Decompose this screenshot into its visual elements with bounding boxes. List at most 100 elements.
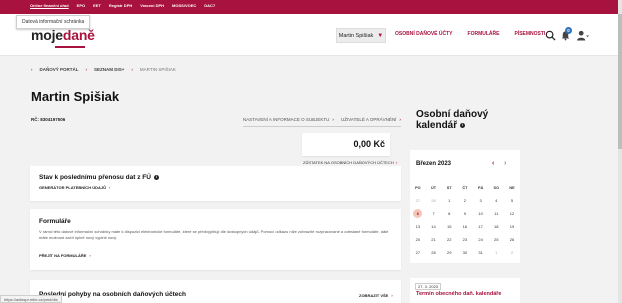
user-icon[interactable]	[576, 30, 590, 41]
forms-card-text: V rámci této datové informační schránky …	[39, 229, 389, 240]
calendar-day[interactable]: 25	[488, 237, 504, 242]
calendar-day[interactable]: 29	[441, 250, 457, 255]
balance-link[interactable]: ZŮSTATEK NA OSOBNÍCH DAŇOVÝCH ÚČTECH ›	[303, 160, 397, 165]
calendar-day[interactable]: 9	[457, 211, 473, 216]
event-date: 27. 3. 2023	[415, 283, 442, 290]
calendar-day[interactable]: 8	[441, 211, 457, 216]
calendar-day[interactable]: 27	[410, 250, 426, 255]
top-link[interactable]: DAC7	[204, 3, 215, 8]
calendar-day[interactable]: 7	[426, 211, 442, 216]
forms-link[interactable]: PŘEJÍT NA FORMULÁŘE ›	[39, 253, 91, 258]
birth-number: RČ: 8304197506	[31, 117, 66, 122]
info-icon[interactable]: i	[460, 122, 466, 128]
forms-card: Formuláře V rámci této datové informační…	[30, 209, 401, 270]
breadcrumb-item-list[interactable]: SEZNAM DIS+	[94, 67, 124, 72]
transfer-card: Stav k poslednímu přenosu dat z FÚ i GENE…	[30, 166, 401, 201]
calendar-day[interactable]: 23	[457, 237, 473, 242]
calendar-prev-button[interactable]: ‹	[492, 160, 494, 167]
logo[interactable]: mojedaně	[31, 27, 95, 43]
show-all-link[interactable]: ZOBRAZIT VŠE ›	[359, 293, 393, 298]
calendar-day[interactable]: 6	[410, 209, 426, 218]
settings-link[interactable]: NASTAVENÍ A INFORMACE O SUBJEKTU ›	[243, 117, 334, 122]
top-brand-bar: Online finanční úřad EPO EET Registr DPH Vra…	[0, 0, 622, 14]
users-link-label: UŽIVATELÉ A OPRÁVNĚNÍ	[341, 117, 397, 122]
balance-amount: 0,00 Kč	[353, 139, 385, 149]
calendar-grid: PO ÚT ST ČT PÁ SO NE 27 28 1 2 3 4 5 6 7 8 9 10 11 12 13 14 15 1…	[410, 181, 520, 259]
calendar-day[interactable]: 10	[473, 211, 489, 216]
calendar-weekday: ST	[446, 185, 452, 190]
calendar-day[interactable]: 15	[441, 224, 457, 229]
logo-underline	[55, 46, 85, 48]
calendar-day[interactable]: 2	[504, 250, 520, 255]
calendar-day[interactable]: 13	[410, 224, 426, 229]
payment-generator-link[interactable]: GENERÁTOR PLATEBNÍCH ÚDAJŮ ›	[39, 185, 110, 190]
breadcrumb-item-portal[interactable]: DAŇOVÝ PORTÁL	[40, 67, 79, 72]
divider	[243, 126, 401, 127]
top-link[interactable]: EPO	[77, 3, 85, 8]
show-all-label: ZOBRAZIT VŠE	[359, 293, 389, 298]
calendar-weekday: ÚT	[431, 185, 437, 190]
users-link[interactable]: UŽIVATELÉ A OPRÁVNĚNÍ ›	[341, 117, 401, 122]
calendar-day[interactable]: 31	[473, 250, 489, 255]
nav-item[interactable]: PÍSEMNOSTI	[514, 31, 545, 37]
calendar-title-text: Osobní daňový kalendář	[416, 109, 489, 131]
calendar-day[interactable]: 11	[488, 211, 504, 216]
calendar-day[interactable]: 5	[504, 198, 520, 203]
calendar-day[interactable]: 12	[504, 211, 520, 216]
calendar-day[interactable]: 16	[457, 224, 473, 229]
calendar-day[interactable]: 1	[488, 250, 504, 255]
calendar-day[interactable]: 28	[426, 250, 442, 255]
calendar-day-today: 6	[413, 209, 423, 218]
top-link[interactable]: Vracení DPH	[140, 3, 164, 8]
calendar-weekday: ČT	[462, 185, 468, 190]
calendar-day[interactable]: 14	[426, 224, 442, 229]
event-title[interactable]: Termín obecného daň. kalendáře	[416, 291, 501, 297]
calendar-weekday: PO	[415, 185, 421, 190]
transfer-card-title-text: Stav k poslednímu přenosu dat z FÚ	[39, 174, 151, 181]
calendar-week: 20 21 22 23 24 25 26	[410, 233, 520, 246]
chevron-right-icon: ›	[332, 117, 334, 122]
chevron-right-icon: ›	[108, 185, 111, 190]
calendar-week: 27 28 1 2 3 4 5	[410, 194, 520, 207]
calendar-next-button[interactable]: ›	[504, 160, 506, 167]
calendar-month: Březen 2023	[416, 161, 452, 167]
calendar-event[interactable]: 27. 3. 2023 Termín obecného daň. kalendá…	[410, 278, 520, 303]
calendar-weekday: SO	[493, 185, 500, 190]
top-link[interactable]: EET	[93, 3, 101, 8]
top-link[interactable]: Online finanční úřad	[30, 3, 69, 8]
calendar-title: Osobní daňový kalendář i	[416, 109, 516, 131]
top-links: Online finanční úřad EPO EET Registr DPH Vra…	[30, 3, 215, 8]
nav-item[interactable]: OSOBNÍ DAŇOVÉ ÚČTY	[395, 31, 453, 37]
search-icon[interactable]	[545, 30, 556, 41]
calendar-day[interactable]: 27	[410, 198, 426, 203]
top-link[interactable]: MOSS/VOEC	[172, 3, 196, 8]
calendar: Březen 2023 ‹ › PO ÚT ST ČT PÁ SO NE 27 28 1 2 3 4 5 6…	[410, 150, 520, 263]
nav-item[interactable]: FORMULÁŘE	[468, 31, 500, 37]
top-link[interactable]: Registr DPH	[109, 3, 132, 8]
calendar-day[interactable]: 2	[457, 198, 473, 203]
info-icon[interactable]: i	[153, 174, 159, 180]
logo-part-1: moje	[31, 27, 63, 43]
calendar-day[interactable]: 20	[410, 237, 426, 242]
payment-generator-label: GENERÁTOR PLATEBNÍCH ÚDAJŮ	[39, 185, 106, 190]
scrollbar[interactable]	[618, 0, 622, 303]
calendar-day[interactable]: 21	[426, 237, 442, 242]
calendar-day[interactable]: 3	[473, 198, 489, 203]
scrollbar-thumb[interactable]	[618, 14, 622, 149]
calendar-day[interactable]: 4	[488, 198, 504, 203]
calendar-day[interactable]: 30	[457, 250, 473, 255]
calendar-day[interactable]: 1	[441, 198, 457, 203]
calendar-weekdays: PO ÚT ST ČT PÁ SO NE	[410, 181, 520, 194]
balance-label: ZŮSTATEK NA OSOBNÍCH DAŇOVÝCH ÚČTECH	[303, 160, 394, 165]
calendar-day[interactable]: 22	[441, 237, 457, 242]
calendar-day[interactable]: 18	[488, 224, 504, 229]
calendar-week: 6 7 8 9 10 11 12	[410, 207, 520, 220]
forms-link-label: PŘEJÍT NA FORMULÁŘE	[39, 253, 87, 258]
main-nav: OSOBNÍ DAŇOVÉ ÚČTY FORMULÁŘE PÍSEMNOSTI	[395, 31, 545, 37]
calendar-day[interactable]: 26	[504, 237, 520, 242]
calendar-day[interactable]: 24	[473, 237, 489, 242]
user-select[interactable]: Martin Spišiak ▼	[336, 28, 386, 43]
calendar-day[interactable]: 28	[426, 198, 442, 203]
calendar-day[interactable]: 17	[473, 224, 489, 229]
calendar-day[interactable]: 19	[504, 224, 520, 229]
